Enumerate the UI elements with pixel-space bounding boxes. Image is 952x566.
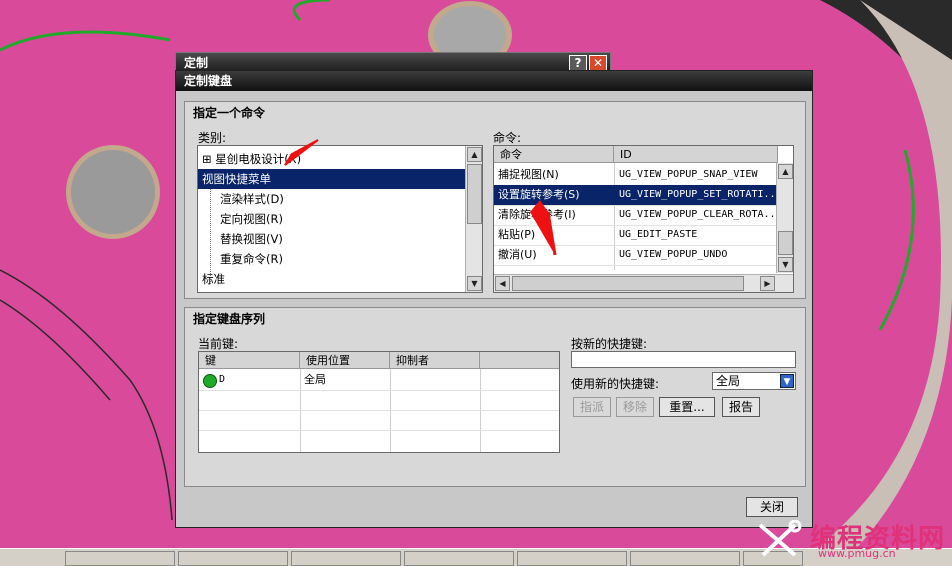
category-item[interactable]: 重复命令(R) xyxy=(220,249,283,269)
category-item[interactable]: 标准 xyxy=(202,269,225,289)
key-suppressor[interactable] xyxy=(394,370,478,390)
scroll-thumb[interactable] xyxy=(512,276,744,291)
specify-key-sequence-group: 指定键盘序列 当前键: 键 使用位置 抑制者 D 全局 按新的快捷键: 使用新的… xyxy=(184,307,806,487)
scroll-right-icon[interactable]: ▶ xyxy=(760,276,775,291)
row-divider xyxy=(199,390,559,391)
key-value[interactable]: D xyxy=(219,370,299,390)
hole xyxy=(71,150,155,234)
tools-logo-icon xyxy=(758,520,802,557)
customize-keyboard-dialog: 定制键盘 指定一个命令 类别: 命令: ⊞ 星创电极设计(X) 视图快捷菜单 渲… xyxy=(175,70,813,528)
command-name[interactable]: 撤消(U) xyxy=(498,245,612,265)
category-item[interactable]: 定向视图(R) xyxy=(220,209,283,229)
category-item[interactable]: ⊞ 星创电极设计(X) xyxy=(202,149,301,169)
command-name-selected[interactable]: 设置旋转参考(S) xyxy=(498,185,612,205)
category-item[interactable]: 渲染样式(D) xyxy=(220,189,284,209)
row-divider xyxy=(494,225,793,226)
taskbar-button[interactable] xyxy=(404,551,514,566)
assign-button[interactable]: 指派 xyxy=(573,397,611,417)
command-id[interactable]: UG_VIEW_POPUP_SNAP_VIEW xyxy=(619,165,777,185)
column-header-empty xyxy=(480,352,559,369)
command-id-selected[interactable]: UG_VIEW_POPUP_SET_ROTATI... xyxy=(619,185,777,205)
taskbar-button[interactable] xyxy=(291,551,401,566)
help-button[interactable]: ? xyxy=(569,55,587,71)
command-name[interactable]: 清除旋转参考(I) xyxy=(498,205,612,225)
key-location[interactable]: 全局 xyxy=(304,370,388,390)
scope-select[interactable]: 全局 ▼ xyxy=(712,372,796,390)
column-header-id[interactable]: ID xyxy=(614,146,778,163)
close-button[interactable]: 关闭 xyxy=(746,497,798,517)
dialog-title: 定制键盘 xyxy=(184,74,233,88)
expand-icon[interactable]: ⊞ xyxy=(202,152,212,166)
column-header-command[interactable]: 命令 xyxy=(494,146,614,163)
scroll-down-icon[interactable]: ▼ xyxy=(467,276,482,291)
column-header-suppressor[interactable]: 抑制者 xyxy=(390,352,480,369)
row-divider xyxy=(199,410,559,411)
tree-connector xyxy=(210,174,211,284)
command-name[interactable]: 粘贴(P) xyxy=(498,225,612,245)
scroll-down-icon[interactable]: ▼ xyxy=(778,257,793,272)
group-title: 指定键盘序列 xyxy=(193,312,266,326)
close-icon[interactable]: ✕ xyxy=(589,55,607,71)
taskbar-button[interactable] xyxy=(178,551,288,566)
category-list[interactable]: ⊞ 星创电极设计(X) 视图快捷菜单 渲染样式(D) 定向视图(R) 替换视图(… xyxy=(197,145,483,293)
reset-button[interactable]: 重置... xyxy=(659,397,715,417)
command-name[interactable]: 捕捉视图(N) xyxy=(498,165,612,185)
outer-window-title: 定制 xyxy=(184,56,209,70)
scroll-thumb[interactable] xyxy=(778,231,793,255)
watermark-url: www.pmug.cn xyxy=(818,547,896,560)
specify-command-group: 指定一个命令 类别: 命令: ⊞ 星创电极设计(X) 视图快捷菜单 渲染样式(D… xyxy=(184,101,806,299)
new-shortcut-label: 按新的快捷键: xyxy=(571,337,648,351)
command-id[interactable]: UG_VIEW_POPUP_CLEAR_ROTA... xyxy=(619,205,777,225)
vertical-scrollbar[interactable]: ▲ ▼ xyxy=(776,163,793,273)
scroll-up-icon[interactable]: ▲ xyxy=(778,164,793,179)
dialog-title-bar[interactable]: 定制键盘 xyxy=(176,71,812,91)
column-header-key[interactable]: 键 xyxy=(199,352,300,369)
chevron-down-icon[interactable]: ▼ xyxy=(780,374,794,388)
category-item-selected[interactable]: 视图快捷菜单 xyxy=(198,169,465,189)
horizontal-scrollbar[interactable]: ◀ ▶ xyxy=(494,274,793,292)
scroll-left-icon[interactable]: ◀ xyxy=(495,276,510,291)
taskbar-button[interactable] xyxy=(630,551,740,566)
row-divider xyxy=(494,205,793,206)
row-divider xyxy=(494,245,793,246)
vertical-scrollbar[interactable]: ▲ ▼ xyxy=(465,146,482,292)
scroll-thumb[interactable] xyxy=(467,164,482,224)
taskbar-button[interactable] xyxy=(65,551,175,566)
new-shortcut-input[interactable] xyxy=(571,351,796,368)
outer-window-title-bar[interactable]: 定制 ? ✕ xyxy=(175,52,611,72)
row-divider xyxy=(494,265,793,266)
column-divider xyxy=(614,163,615,270)
category-item[interactable]: 替换视图(V) xyxy=(220,229,283,249)
row-divider xyxy=(199,430,559,431)
report-button[interactable]: 报告 xyxy=(722,397,760,417)
current-keys-list[interactable]: 键 使用位置 抑制者 D 全局 xyxy=(198,351,560,453)
command-id[interactable]: UG_EDIT_PASTE xyxy=(619,225,777,245)
scroll-up-icon[interactable]: ▲ xyxy=(467,147,482,162)
column-header-location[interactable]: 使用位置 xyxy=(300,352,390,369)
remove-button[interactable]: 移除 xyxy=(616,397,654,417)
taskbar-button[interactable] xyxy=(517,551,627,566)
command-label: 命令: xyxy=(493,131,522,145)
current-keys-label: 当前键: xyxy=(198,337,239,351)
command-id[interactable]: UG_VIEW_POPUP_UNDO xyxy=(619,245,777,265)
use-new-shortcut-label: 使用新的快捷键: xyxy=(571,377,660,391)
category-label: 类别: xyxy=(198,131,227,145)
group-title: 指定一个命令 xyxy=(193,106,266,120)
active-status-icon xyxy=(203,374,217,388)
command-list[interactable]: 命令 ID 捕捉视图(N) UG_VIEW_POPUP_SNAP_VIEW 设置… xyxy=(493,145,794,293)
